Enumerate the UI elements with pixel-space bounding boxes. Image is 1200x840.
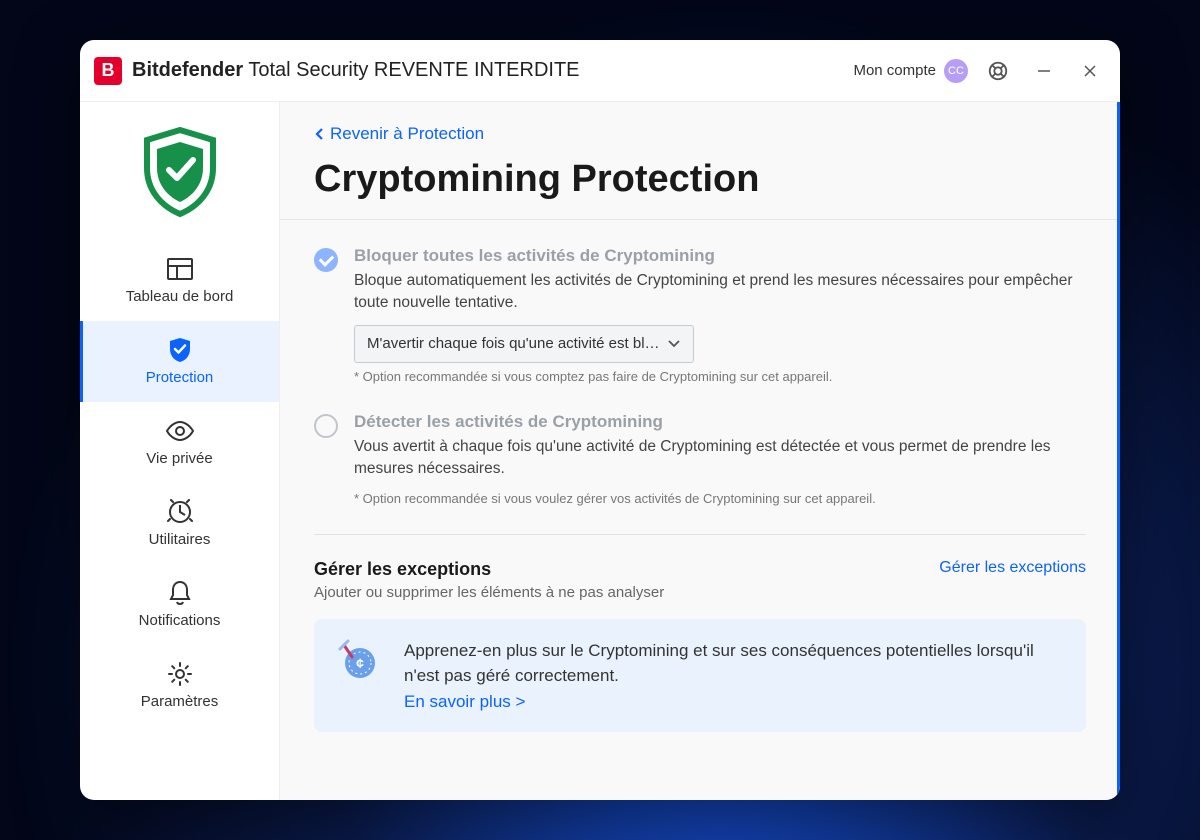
info-banner: ¢ Apprenez-en plus sur le Cryptomining e… xyxy=(314,619,1086,732)
page-title: Cryptomining Protection xyxy=(314,158,1086,201)
main-content: Revenir à Protection Cryptomining Protec… xyxy=(280,102,1120,800)
dropdown-value: M'avertir chaque fois qu'une activité es… xyxy=(367,335,660,352)
minimize-button[interactable] xyxy=(1028,55,1060,87)
option-footnote: * Option recommandée si vous voulez gére… xyxy=(354,491,1086,506)
exceptions-title: Gérer les exceptions xyxy=(314,559,664,580)
window-title: Bitdefender Total Security REVENTE INTER… xyxy=(132,59,580,82)
eye-icon xyxy=(165,418,195,444)
exceptions-section: Gérer les exceptions Ajouter ou supprime… xyxy=(314,559,1086,601)
sidebar-item-protection[interactable]: Protection xyxy=(80,321,279,402)
radio-block-all[interactable] xyxy=(314,248,338,272)
option-footnote: * Option recommandée si vous comptez pas… xyxy=(354,369,1086,384)
option-description: Vous avertit à chaque fois qu'une activi… xyxy=(354,436,1086,481)
account-label: Mon compte xyxy=(853,62,936,79)
sidebar-item-label: Notifications xyxy=(139,612,221,629)
titlebar-controls: Mon compte CC xyxy=(853,55,1106,87)
sidebar-item-utilities[interactable]: Utilitaires xyxy=(80,483,279,564)
cryptomining-icon: ¢ xyxy=(338,639,382,683)
manage-exceptions-link[interactable]: Gérer les exceptions xyxy=(939,559,1086,577)
banner-text: Apprenez-en plus sur le Cryptomining et … xyxy=(404,639,1062,688)
titlebar: B Bitdefender Total Security REVENTE INT… xyxy=(80,40,1120,102)
avatar: CC xyxy=(944,59,968,83)
protection-icon xyxy=(165,337,195,363)
sidebar-item-notifications[interactable]: Notifications xyxy=(80,564,279,645)
exceptions-subtitle: Ajouter ou supprimer les éléments à ne p… xyxy=(314,584,664,601)
bell-icon xyxy=(165,580,195,606)
status-shield xyxy=(80,114,279,240)
gear-icon xyxy=(165,661,195,687)
back-link[interactable]: Revenir à Protection xyxy=(314,124,1086,144)
product-name: Total Security REVENTE INTERDITE xyxy=(243,59,579,81)
option-description: Bloque automatiquement les activités de … xyxy=(354,270,1086,315)
divider xyxy=(314,534,1086,535)
option-title: Bloquer toutes les activités de Cryptomi… xyxy=(354,246,1086,266)
sidebar-item-label: Tableau de bord xyxy=(126,288,234,305)
sidebar-item-label: Paramètres xyxy=(141,693,219,710)
app-window: B Bitdefender Total Security REVENTE INT… xyxy=(80,40,1120,800)
sidebar-item-label: Protection xyxy=(146,369,214,386)
settings-panel: Bloquer toutes les activités de Cryptomi… xyxy=(280,220,1120,800)
sidebar-item-label: Utilitaires xyxy=(149,531,211,548)
app-body: Tableau de bord Protection Vie privée Ut… xyxy=(80,102,1120,800)
dashboard-icon xyxy=(165,256,195,282)
sidebar: Tableau de bord Protection Vie privée Ut… xyxy=(80,102,280,800)
sidebar-item-dashboard[interactable]: Tableau de bord xyxy=(80,240,279,321)
close-button[interactable] xyxy=(1074,55,1106,87)
support-icon[interactable] xyxy=(982,55,1014,87)
chevron-left-icon xyxy=(314,127,324,141)
sidebar-item-label: Vie privée xyxy=(146,450,212,467)
option-detect: Détecter les activités de Cryptomining V… xyxy=(314,412,1086,506)
svg-text:¢: ¢ xyxy=(356,655,364,671)
notify-mode-dropdown[interactable]: M'avertir chaque fois qu'une activité es… xyxy=(354,325,694,363)
learn-more-link[interactable]: En savoir plus > xyxy=(404,692,525,712)
chevron-down-icon xyxy=(667,339,681,349)
sidebar-item-settings[interactable]: Paramètres xyxy=(80,645,279,726)
option-title: Détecter les activités de Cryptomining xyxy=(354,412,1086,432)
back-link-label: Revenir à Protection xyxy=(330,124,484,144)
option-block-all: Bloquer toutes les activités de Cryptomi… xyxy=(314,246,1086,384)
account-button[interactable]: Mon compte CC xyxy=(853,59,968,83)
utilities-icon xyxy=(165,499,195,525)
brand-logo: B xyxy=(94,57,122,85)
page-header: Revenir à Protection Cryptomining Protec… xyxy=(280,102,1120,220)
brand-name: Bitdefender xyxy=(132,59,243,81)
radio-detect[interactable] xyxy=(314,414,338,438)
sidebar-item-privacy[interactable]: Vie privée xyxy=(80,402,279,483)
